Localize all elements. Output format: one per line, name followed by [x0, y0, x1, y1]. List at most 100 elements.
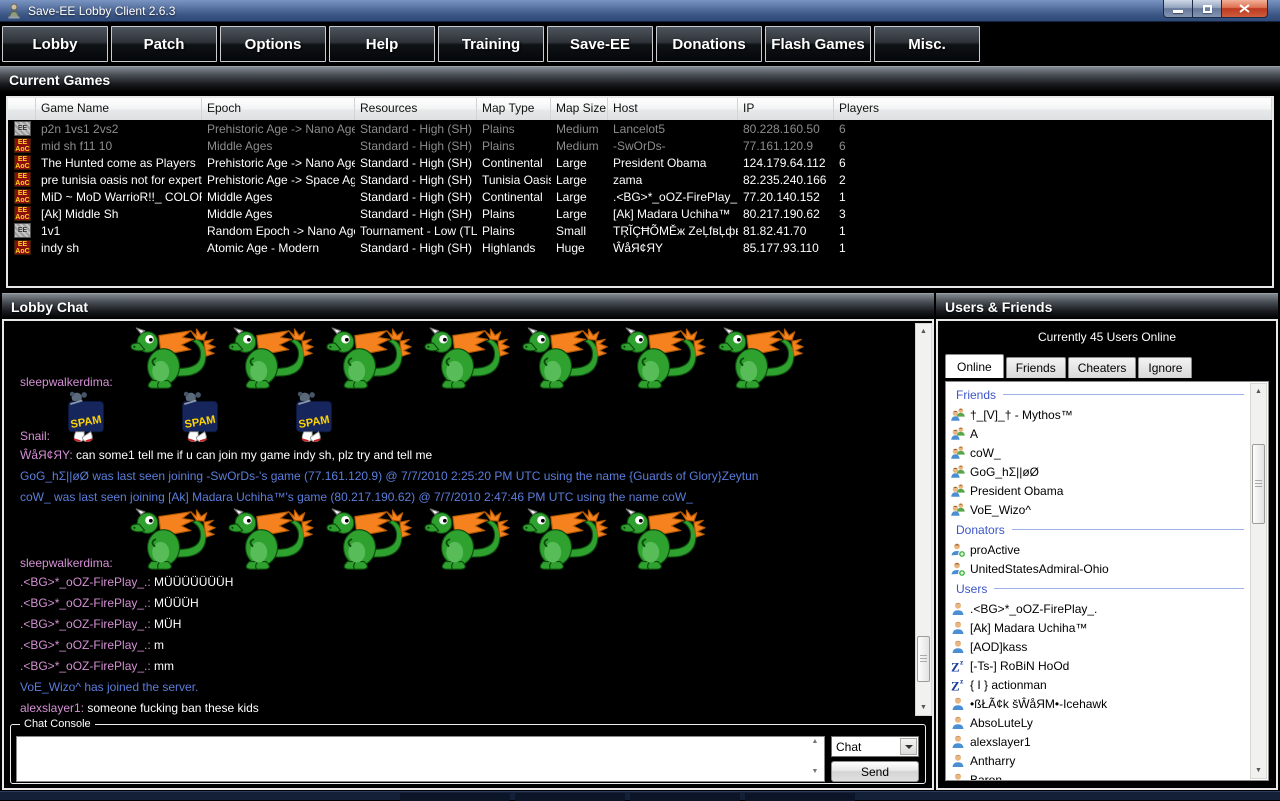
user-item[interactable]: Z z[-Ts-] RoBiN HoOd — [948, 656, 1248, 675]
game-name: The Hunted come as Players — [36, 156, 202, 170]
user-item[interactable]: .<BG>*_oOZ-FirePlay_. — [948, 599, 1248, 618]
game-row[interactable]: EEAoC[Ak] Middle ShMiddle AgesStandard -… — [8, 205, 1272, 222]
channel-select-value: Chat — [832, 740, 900, 754]
game-row[interactable]: EEAoCpre tunisia oasis not for expertPre… — [8, 171, 1272, 188]
column-header-map-size[interactable]: Map Size — [551, 98, 608, 120]
column-header-ip[interactable]: IP — [738, 98, 834, 120]
user-icon — [950, 772, 966, 781]
column-header-players[interactable]: Players — [834, 98, 1272, 120]
menu-save-ee[interactable]: Save-EE — [547, 26, 653, 62]
game-map-size: Large — [551, 156, 608, 170]
channel-select[interactable]: Chat — [831, 736, 919, 757]
channel-select-button[interactable] — [900, 738, 917, 755]
game-name: 1v1 — [36, 224, 202, 238]
column-header-map-type[interactable]: Map Type — [477, 98, 551, 120]
user-item[interactable]: A — [948, 424, 1248, 443]
user-name: A — [970, 427, 978, 441]
user-item[interactable]: Baron — [948, 770, 1248, 780]
tab-friends[interactable]: Friends — [1006, 357, 1066, 378]
app-icon-image — [6, 3, 22, 19]
user-item[interactable]: proActive — [948, 540, 1248, 559]
game-map-size: Medium — [551, 139, 608, 153]
game-row[interactable]: EEAoCThe Hunted come as PlayersPrehistor… — [8, 154, 1272, 171]
column-header-epoch[interactable]: Epoch — [202, 98, 355, 120]
user-item[interactable]: Z z{ I } actionman — [948, 675, 1248, 694]
chat-scroll-down-icon[interactable]: ▼ — [916, 700, 931, 715]
game-icon-ee-aoc: EEAoC — [14, 189, 31, 204]
game-ip: 82.235.240.166 — [738, 173, 834, 187]
chat-username: sleepwalkerdima: — [20, 554, 113, 572]
user-item[interactable]: †_[V]_† - Mythos™ — [948, 405, 1248, 424]
close-button[interactable] — [1222, 0, 1268, 18]
menu-lobby[interactable]: Lobby — [2, 26, 108, 62]
game-ip: 85.177.93.110 — [738, 241, 834, 255]
chat-scrollbar[interactable]: ▲ ▼ — [915, 323, 932, 716]
game-resources: Standard - High (SH) — [355, 190, 477, 204]
friend-icon — [950, 426, 966, 442]
game-row[interactable]: EEp2n 1vs1 2vs2Prehistoric Age -> Nano A… — [8, 120, 1272, 137]
game-map-size: Large — [551, 190, 608, 204]
user-item[interactable]: AbsoLuteLy — [948, 713, 1248, 732]
game-epoch: Middle Ages — [202, 139, 355, 153]
group-divider — [1003, 394, 1244, 395]
chat-messages: sleepwalkerdima: Snail: SPAM SPAM SPAM Ŵ… — [4, 321, 913, 718]
chat-message: .<BG>*_oOZ-FirePlay_.: MÜÜÜÜÜÜÜH — [4, 572, 913, 593]
game-epoch: Atomic Age - Modern — [202, 241, 355, 255]
user-item[interactable]: UnitedStatesAdmiral-Ohio — [948, 559, 1248, 578]
user-list: Friends †_[V]_† - Mythos™ A coW_ GoG_hΣ|… — [948, 384, 1248, 780]
column-header-icon[interactable] — [8, 98, 36, 120]
dragon-emoticon — [419, 327, 513, 391]
tab-cheaters[interactable]: Cheaters — [1068, 357, 1137, 378]
chat-input-scroll-down-icon[interactable]: ▼ — [808, 768, 822, 780]
chat-input-scroll-up-icon[interactable]: ▲ — [808, 738, 822, 750]
user-name: Baron — [970, 773, 1002, 781]
user-item[interactable]: VoE_Wizo^ — [948, 500, 1248, 519]
svg-text:Z: Z — [951, 678, 960, 693]
game-row[interactable]: EEAoCindy shAtomic Age - ModernStandard … — [8, 239, 1272, 256]
chat-message-text: m — [151, 638, 164, 652]
users-scrollbar[interactable]: ▲ ▼ — [1250, 383, 1267, 779]
game-ip: 77.20.140.152 — [738, 190, 834, 204]
game-row[interactable]: EE1v1Random Epoch -> Nano AgeTournament … — [8, 222, 1272, 239]
svg-text:z: z — [960, 658, 964, 667]
menu-patch[interactable]: Patch — [111, 26, 217, 62]
menu-options[interactable]: Options — [220, 26, 326, 62]
game-row[interactable]: EEAoCmid sh f11 10Middle AgesStandard - … — [8, 137, 1272, 154]
tab-online[interactable]: Online — [945, 354, 1004, 378]
maximize-button[interactable] — [1193, 0, 1222, 18]
menu-misc[interactable]: Misc. — [874, 26, 980, 62]
game-resources: Standard - High (SH) — [355, 122, 477, 136]
column-header-game-name[interactable]: Game Name — [36, 98, 202, 120]
users-scroll-thumb[interactable] — [1252, 444, 1265, 524]
user-item[interactable]: •ßŁÃ¢k šŴåЯM•-Icehawk — [948, 694, 1248, 713]
user-item[interactable]: alexslayer1 — [948, 732, 1248, 751]
user-item[interactable]: coW_ — [948, 443, 1248, 462]
lobby-chat-title: Lobby Chat — [11, 299, 88, 315]
chat-message-emote: sleepwalkerdima: — [4, 508, 913, 572]
game-row[interactable]: EEAoCMiD ~ MoD WarrioR!!_ COLORMiddle Ag… — [8, 188, 1272, 205]
menu-training[interactable]: Training — [438, 26, 544, 62]
user-item[interactable]: President Obama — [948, 481, 1248, 500]
game-host: zama — [608, 173, 738, 187]
user-item[interactable]: [AOD]kass — [948, 637, 1248, 656]
chat-input[interactable] — [17, 737, 824, 781]
send-button[interactable]: Send — [831, 761, 919, 782]
menu-donations[interactable]: Donations — [656, 26, 762, 62]
game-name: p2n 1vs1 2vs2 — [36, 122, 202, 136]
user-item[interactable]: GoG_hΣ||øØ — [948, 462, 1248, 481]
users-scroll-up-icon[interactable]: ▲ — [1251, 384, 1266, 399]
minimize-button[interactable] — [1163, 0, 1193, 18]
taskbar[interactable] — [0, 791, 1280, 800]
menu-help[interactable]: Help — [329, 26, 435, 62]
game-icon-ee-aoc: EEAoC — [14, 240, 31, 255]
user-item[interactable]: [Ak] Madara Uchiha™ — [948, 618, 1248, 637]
column-header-host[interactable]: Host — [608, 98, 738, 120]
tab-ignore[interactable]: Ignore — [1138, 357, 1192, 378]
users-scroll-down-icon[interactable]: ▼ — [1251, 763, 1266, 778]
chat-scroll-thumb[interactable] — [917, 636, 930, 682]
column-header-resources[interactable]: Resources — [355, 98, 477, 120]
menu-flash-games[interactable]: Flash Games — [765, 26, 871, 62]
chat-scroll-up-icon[interactable]: ▲ — [916, 324, 931, 339]
game-host: ŴåЯ¢ЯY — [608, 241, 738, 255]
user-item[interactable]: Antharry — [948, 751, 1248, 770]
